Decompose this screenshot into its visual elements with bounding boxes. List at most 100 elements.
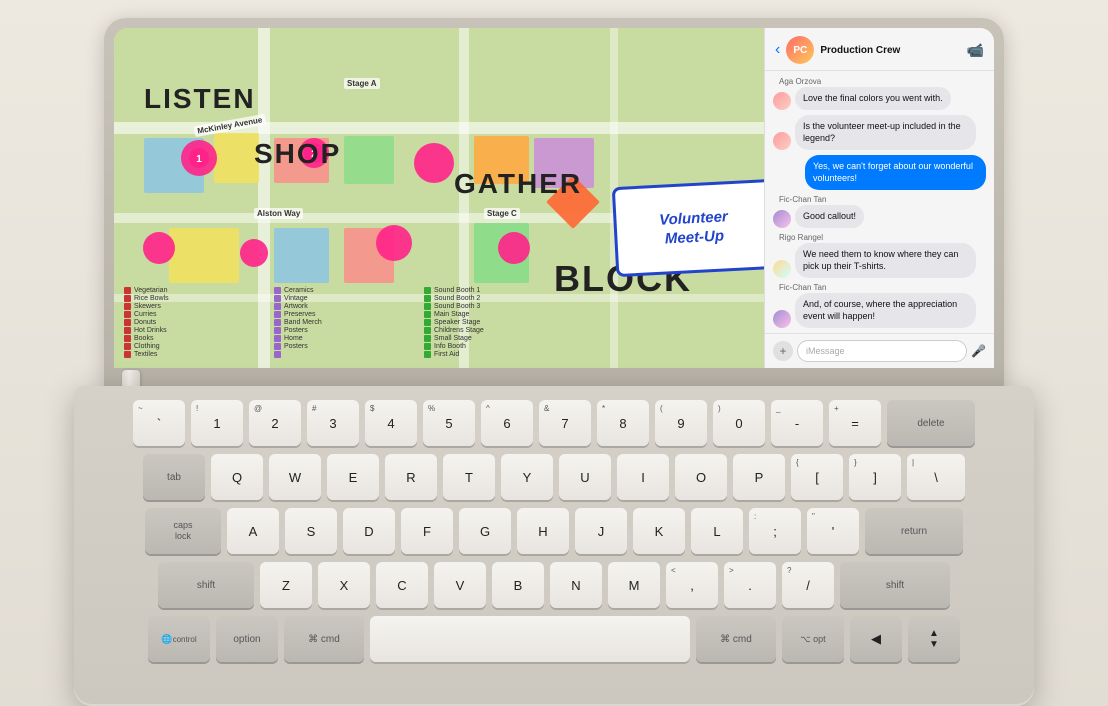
key-v[interactable]: V (434, 562, 486, 608)
attach-button[interactable]: + (773, 341, 793, 361)
message-item: Fic-Chan Tan And, of course, where the a… (773, 283, 986, 328)
message-input[interactable]: iMessage (797, 340, 967, 362)
key-u[interactable]: U (559, 454, 611, 500)
key-6[interactable]: ^6 (481, 400, 533, 446)
key-comma[interactable]: <, (666, 562, 718, 608)
map-area: 1 2 LISTEN SHOP GATHER BLOCK McKinley Av… (114, 28, 834, 368)
legend: Vegetarian Ceramics Sound Booth 1 Rice B… (124, 287, 564, 358)
key-o[interactable]: O (675, 454, 727, 500)
key-g[interactable]: G (459, 508, 511, 554)
message-item: Fic-Chan Tan Good callout! (773, 195, 986, 228)
key-delete[interactable]: delete (887, 400, 975, 446)
message-item: Is the volunteer meet-up included in the… (773, 115, 986, 150)
key-4[interactable]: $4 (365, 400, 417, 446)
key-a[interactable]: A (227, 508, 279, 554)
message-item: Rigo Rangel We need them to know where t… (773, 233, 986, 278)
message-bubble: And, of course, where the appreciation e… (795, 293, 976, 328)
key-f[interactable]: F (401, 508, 453, 554)
map-label-shop: SHOP (254, 138, 341, 170)
key-3[interactable]: #3 (307, 400, 359, 446)
key-opt-right[interactable]: ⌥ opt (782, 616, 844, 662)
ipad-screen: 1 2 LISTEN SHOP GATHER BLOCK McKinley Av… (114, 28, 994, 368)
key-row-asdf: capslock A S D F G H J K L :; "' return (92, 508, 1016, 554)
key-7[interactable]: &7 (539, 400, 591, 446)
key-control[interactable]: 🌐control (148, 616, 210, 662)
key-j[interactable]: J (575, 508, 627, 554)
messages-body: Aga Orzova Love the final colors you wen… (765, 71, 994, 333)
keyboard-rows: ~` !1 @2 #3 $4 %5 ^6 &7 *8 (9 )0 _- += d… (92, 400, 1016, 662)
avatar (773, 210, 791, 228)
key-h[interactable]: H (517, 508, 569, 554)
video-icon[interactable]: 📹 (967, 42, 984, 59)
message-bubble-sent: Yes, we can't forget about our wonderful… (805, 155, 986, 190)
key-p[interactable]: P (733, 454, 785, 500)
key-b[interactable]: B (492, 562, 544, 608)
key-bracket-close[interactable]: }] (849, 454, 901, 500)
key-i[interactable]: I (617, 454, 669, 500)
message-bubble: Good callout! (795, 205, 864, 228)
key-r[interactable]: R (385, 454, 437, 500)
key-y[interactable]: Y (501, 454, 553, 500)
key-l[interactable]: L (691, 508, 743, 554)
key-x[interactable]: X (318, 562, 370, 608)
key-minus[interactable]: _- (771, 400, 823, 446)
key-n[interactable]: N (550, 562, 602, 608)
key-bracket-open[interactable]: {[ (791, 454, 843, 500)
group-name: Production Crew (820, 45, 960, 56)
key-9[interactable]: (9 (655, 400, 707, 446)
key-0[interactable]: )0 (713, 400, 765, 446)
key-backslash[interactable]: |\ (907, 454, 965, 500)
key-1[interactable]: !1 (191, 400, 243, 446)
key-semicolon[interactable]: :; (749, 508, 801, 554)
key-w[interactable]: W (269, 454, 321, 500)
message-item: Aga Orzova Love the final colors you wen… (773, 77, 986, 110)
avatar (773, 260, 791, 278)
avatar (773, 132, 791, 150)
mic-icon[interactable]: 🎤 (971, 344, 986, 358)
scene: 1 2 LISTEN SHOP GATHER BLOCK McKinley Av… (0, 0, 1108, 706)
key-e[interactable]: E (327, 454, 379, 500)
keyboard: ~` !1 @2 #3 $4 %5 ^6 &7 *8 (9 )0 _- += d… (74, 386, 1034, 706)
key-arrow-up-down[interactable]: ▲▼ (908, 616, 960, 662)
key-t[interactable]: T (443, 454, 495, 500)
key-d[interactable]: D (343, 508, 395, 554)
avatar (773, 310, 791, 328)
key-5[interactable]: %5 (423, 400, 475, 446)
key-c[interactable]: C (376, 562, 428, 608)
message-item: Yes, we can't forget about our wonderful… (773, 155, 986, 190)
key-space[interactable] (370, 616, 690, 662)
stage-label-c: Stage C (484, 208, 520, 219)
key-s[interactable]: S (285, 508, 337, 554)
key-cmd-left[interactable]: ⌘ cmd (284, 616, 364, 662)
messages-panel: ‹ PC Production Crew 📹 Aga Orzova Love t… (764, 28, 994, 368)
key-shift-right[interactable]: shift (840, 562, 950, 608)
map-label-listen: LISTEN (144, 83, 256, 115)
key-option[interactable]: option (216, 616, 278, 662)
key-k[interactable]: K (633, 508, 685, 554)
key-capslock[interactable]: capslock (145, 508, 221, 554)
message-bubble: Is the volunteer meet-up included in the… (795, 115, 976, 150)
key-quote[interactable]: "' (807, 508, 859, 554)
message-bubble: We need them to know where they can pick… (795, 243, 976, 278)
key-slash[interactable]: ?/ (782, 562, 834, 608)
svg-text:1: 1 (196, 154, 202, 165)
key-q[interactable]: Q (211, 454, 263, 500)
key-m[interactable]: M (608, 562, 660, 608)
key-period[interactable]: >. (724, 562, 776, 608)
key-arrow-left[interactable]: ◀ (850, 616, 902, 662)
messages-input-bar: + iMessage 🎤 (765, 333, 994, 368)
key-cmd-right[interactable]: ⌘ cmd (696, 616, 776, 662)
key-return[interactable]: return (865, 508, 963, 554)
key-equals[interactable]: += (829, 400, 881, 446)
back-icon[interactable]: ‹ (775, 41, 780, 59)
key-tab[interactable]: tab (143, 454, 205, 500)
key-8[interactable]: *8 (597, 400, 649, 446)
map-label-gather: GATHER (454, 168, 582, 200)
ipad-device: 1 2 LISTEN SHOP GATHER BLOCK McKinley Av… (104, 18, 1004, 388)
key-shift-left[interactable]: shift (158, 562, 254, 608)
key-z[interactable]: Z (260, 562, 312, 608)
key-tilde[interactable]: ~` (133, 400, 185, 446)
key-2[interactable]: @2 (249, 400, 301, 446)
key-row-qwerty: tab Q W E R T Y U I O P {[ }] |\ (92, 454, 1016, 500)
stage-label-a: Stage A (344, 78, 380, 89)
